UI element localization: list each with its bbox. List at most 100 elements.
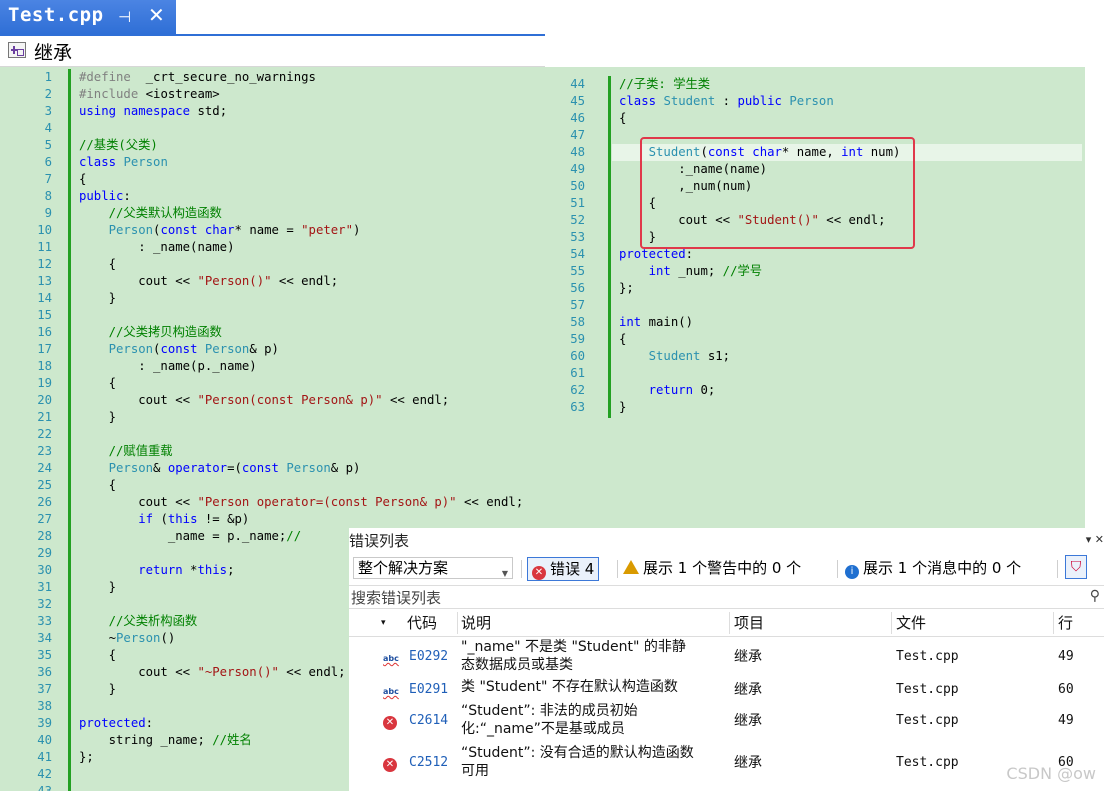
navigation-bar[interactable]: 继承 xyxy=(0,36,545,67)
line-number: 14 xyxy=(37,291,52,305)
code-line[interactable]: if (this != &p) xyxy=(79,511,249,528)
line-number: 36 xyxy=(37,665,52,679)
code-line[interactable]: cout << "Person()" << endl; xyxy=(79,273,338,290)
line-number: 49 xyxy=(570,162,585,176)
code-line[interactable]: cout << "~Person()" << endl; xyxy=(79,664,345,681)
errors-filter-label: 错误 4 xyxy=(550,560,595,578)
panel-menu-icon[interactable]: ▾ ✕ xyxy=(1086,533,1104,546)
code-line[interactable]: #define _crt_secure_no_warnings xyxy=(79,69,316,86)
intellisense-error-icon: abc xyxy=(383,687,399,696)
code-line[interactable]: : _name(name) xyxy=(79,239,234,256)
toolbar-separator xyxy=(837,560,838,578)
code-line[interactable]: #include <iostream> xyxy=(79,86,220,103)
code-line[interactable]: int main() xyxy=(619,314,693,331)
code-line[interactable]: return 0; xyxy=(619,382,716,399)
error-description: “Student”: 非法的成员初始 化:“_name”不是基或成员 xyxy=(461,703,638,737)
line-number: 18 xyxy=(37,359,52,373)
code-line[interactable]: { xyxy=(619,110,626,127)
pin-icon[interactable]: ⊣ xyxy=(118,8,131,26)
code-line[interactable]: //子类: 学生类 xyxy=(619,76,710,93)
error-row[interactable]: ✕ C2614 “Student”: 非法的成员初始 化:“_name”不是基或成员 继… xyxy=(349,702,1104,744)
line-number: 47 xyxy=(570,128,585,142)
error-line: 60 xyxy=(1058,682,1074,697)
code-line[interactable]: //父类默认构造函数 xyxy=(79,205,222,222)
file-tab-title: Test.cpp xyxy=(8,4,104,26)
line-number: 9 xyxy=(44,206,52,220)
code-line[interactable]: //父类拷贝构造函数 xyxy=(79,324,222,341)
code-line[interactable]: Person(const Person& p) xyxy=(79,341,279,358)
line-number: 51 xyxy=(570,196,585,210)
scope-dropdown[interactable]: 整个解决方案 ▼ xyxy=(353,557,513,579)
error-project: 继承 xyxy=(734,713,762,729)
code-line[interactable]: { xyxy=(79,477,116,494)
code-line[interactable]: cout << "Person operator=(const Person& … xyxy=(79,494,523,511)
toolbar-separator xyxy=(521,560,522,578)
code-line[interactable]: { xyxy=(79,647,116,664)
line-number: 23 xyxy=(37,444,52,458)
code-line[interactable]: { xyxy=(79,375,116,392)
code-line[interactable]: } xyxy=(79,290,116,307)
column-separator xyxy=(729,612,730,634)
close-tab-icon[interactable]: ✕ xyxy=(148,3,165,27)
warnings-filter-button[interactable]: 展示 1 个警告中的 0 个 xyxy=(623,557,801,581)
code-line[interactable]: { xyxy=(79,171,86,188)
code-line[interactable]: Person& operator=(const Person& p) xyxy=(79,460,361,477)
line-number: 27 xyxy=(37,512,52,526)
code-line[interactable]: //赋值重载 xyxy=(79,443,173,460)
code-line[interactable]: cout << "Person(const Person& p)" << end… xyxy=(79,392,449,409)
code-line[interactable]: using namespace std; xyxy=(79,103,227,120)
error-code-link[interactable]: E0291 xyxy=(409,681,448,699)
error-code-link[interactable]: E0292 xyxy=(409,648,448,666)
code-line[interactable]: public: xyxy=(79,188,131,205)
code-line[interactable]: string _name; //姓名 xyxy=(79,732,252,749)
code-line[interactable]: } xyxy=(79,409,116,426)
filter-icon[interactable]: ⛉ xyxy=(1065,555,1087,579)
messages-filter-button[interactable]: i 展示 1 个消息中的 0 个 xyxy=(845,557,1021,581)
error-list-title: 错误列表 xyxy=(349,532,410,550)
search-icon[interactable]: ⚲ xyxy=(1090,588,1100,604)
line-number: 3 xyxy=(44,104,52,118)
line-number: 60 xyxy=(570,349,585,363)
file-tab[interactable]: Test.cpp ⊣ ✕ xyxy=(0,0,176,34)
code-line[interactable]: }; xyxy=(79,749,94,766)
code-line[interactable]: Student s1; xyxy=(619,348,730,365)
code-line[interactable]: int _num; //学号 xyxy=(619,263,762,280)
code-line[interactable]: ~Person() xyxy=(79,630,176,647)
line-number: 32 xyxy=(37,597,52,611)
error-row[interactable]: abc E0292 "_name" 不是类 "Student" 的非静 态数据成员或基… xyxy=(349,638,1104,680)
code-line[interactable]: Person(const char* name = "peter") xyxy=(79,222,361,239)
line-number: 57 xyxy=(570,298,585,312)
code-line[interactable]: protected: xyxy=(79,715,153,732)
line-number: 56 xyxy=(570,281,585,295)
code-line[interactable]: _name = p._name;// xyxy=(79,528,301,545)
error-row[interactable]: abc E0291 类 "Student" 不存在默认构造函数 继承 Test.cpp 6… xyxy=(349,678,1104,702)
error-search-box[interactable]: 搜索错误列表 ⚲ xyxy=(349,585,1104,609)
error-code-link[interactable]: C2512 xyxy=(409,754,448,772)
code-line[interactable]: //基类(父类) xyxy=(79,137,158,154)
line-number: 44 xyxy=(570,77,585,91)
column-header-project[interactable]: 项目 xyxy=(734,610,764,636)
error-file: Test.cpp xyxy=(896,713,959,728)
line-number: 61 xyxy=(570,366,585,380)
chevron-down-icon: ▼ xyxy=(501,569,508,578)
column-header-line[interactable]: 行 xyxy=(1058,610,1073,636)
error-description: "_name" 不是类 "Student" 的非静 态数据成员或基类 xyxy=(461,639,686,673)
error-row[interactable]: ✕ C2512 “Student”: 没有合适的默认构造函数 可用 继承 Test.cpp… xyxy=(349,744,1104,786)
code-line[interactable]: return *this; xyxy=(79,562,234,579)
code-line[interactable]: { xyxy=(79,256,116,273)
code-line[interactable]: : _name(p._name) xyxy=(79,358,256,375)
column-header-file[interactable]: 文件 xyxy=(896,610,926,636)
code-line[interactable]: class Student : public Person xyxy=(619,93,834,110)
code-line[interactable]: class Person xyxy=(79,154,168,171)
error-code-link[interactable]: C2614 xyxy=(409,712,448,730)
code-line[interactable]: } xyxy=(79,579,116,596)
line-number: 53 xyxy=(570,230,585,244)
code-line[interactable]: }; xyxy=(619,280,634,297)
code-line[interactable]: } xyxy=(619,399,626,416)
code-line[interactable]: { xyxy=(619,331,626,348)
column-header-description[interactable]: 说明 xyxy=(461,610,491,636)
code-line[interactable]: //父类析构函数 xyxy=(79,613,198,630)
code-line[interactable]: } xyxy=(79,681,116,698)
column-header-code[interactable]: 代码 xyxy=(407,610,437,636)
errors-filter-button[interactable]: ✕ 错误 4 xyxy=(527,557,600,581)
